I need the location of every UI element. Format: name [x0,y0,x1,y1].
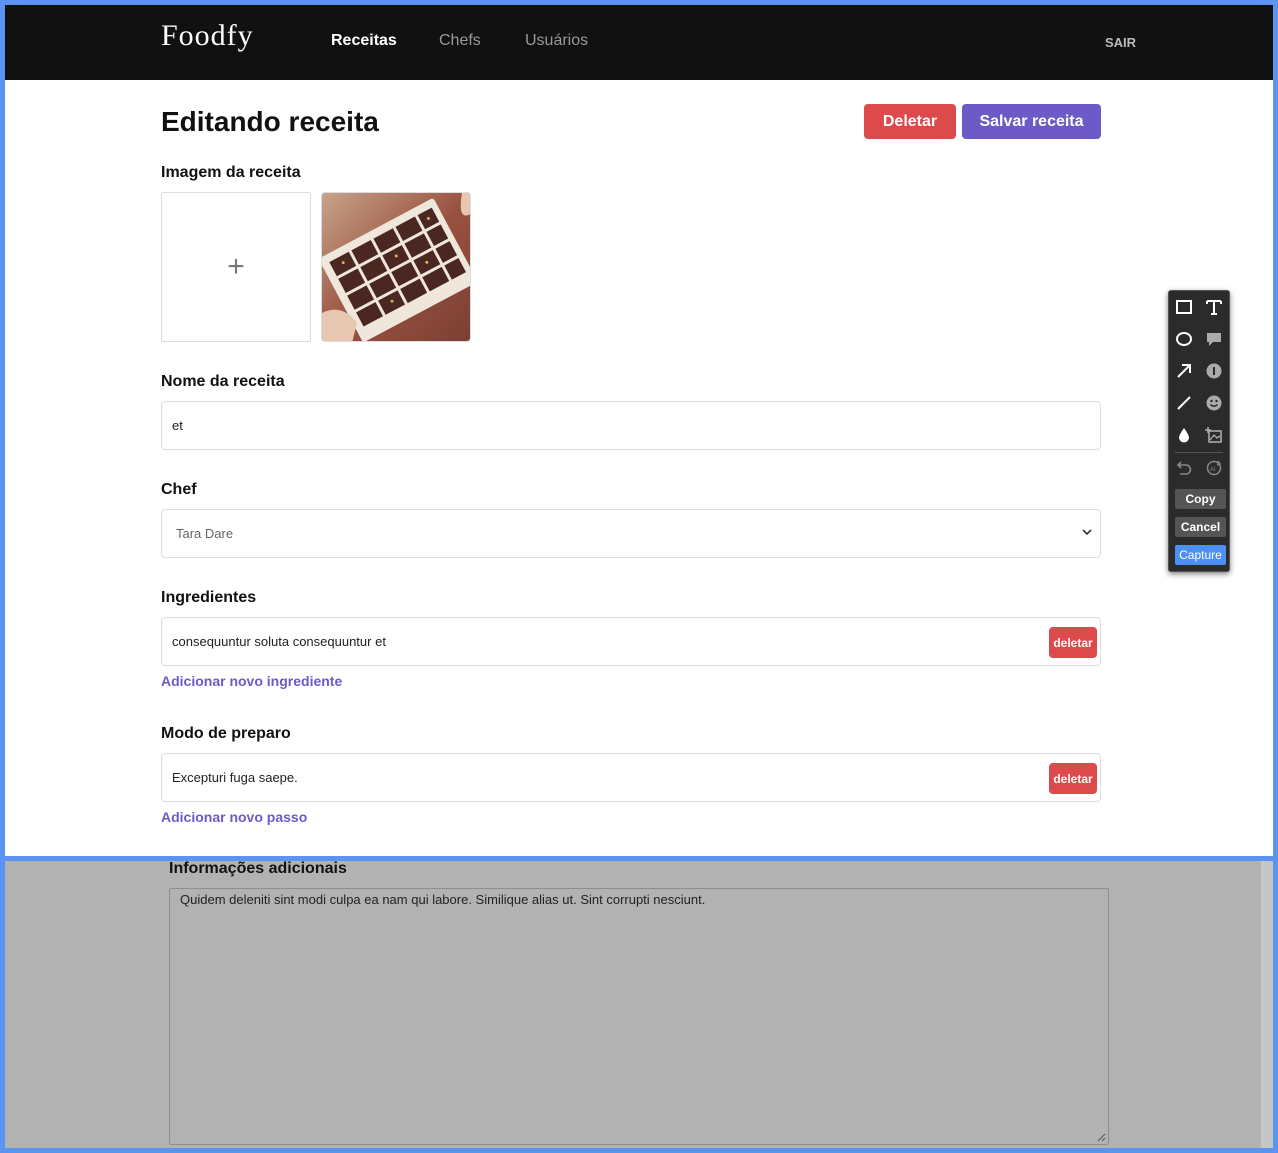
cancel-button[interactable]: Cancel [1175,517,1226,537]
resize-grip-icon[interactable] [1097,1133,1106,1142]
plus-icon: + [227,250,245,283]
capture-toolbar: AI Copy Cancel Capture [1168,290,1230,572]
step-input[interactable]: Excepturi fuga saepe. deletar [161,753,1101,802]
recipe-name-input[interactable]: et [161,401,1101,450]
delete-recipe-button[interactable]: Deletar [864,104,956,139]
save-recipe-button[interactable]: Salvar receita [962,104,1101,139]
copy-button[interactable]: Copy [1175,489,1226,509]
additional-info-label: Informações adicionais [169,861,347,877]
recipe-image-thumbnail[interactable] [321,192,471,342]
logout-link[interactable]: SAIR [1105,35,1136,50]
chef-select[interactable]: Tara Dare [161,509,1101,558]
capture-region: Foodfy Receitas Chefs Usuários SAIR Edit… [5,5,1273,856]
additional-info-value: Quidem deleniti sint modi culpa ea nam q… [180,892,706,907]
redo-icon[interactable]: AI [1203,457,1225,479]
recipe-name-label: Nome da receita [161,373,285,390]
ingredient-value: consequuntur soluta consequuntur et [172,634,386,649]
step-value: Excepturi fuga saepe. [172,770,298,785]
capture-button[interactable]: Capture [1175,545,1226,565]
arrow-icon[interactable] [1173,360,1195,382]
delete-ingredient-button[interactable]: deletar [1049,627,1097,658]
undo-icon[interactable] [1173,457,1195,479]
scrollbar[interactable] [1261,861,1273,1148]
toolbar-divider [1175,452,1223,453]
steps-label: Modo de preparo [161,725,291,742]
ingredient-input[interactable]: consequuntur soluta consequuntur et dele… [161,617,1101,666]
chef-selected-value: Tara Dare [176,526,234,541]
add-step-link[interactable]: Adicionar novo passo [161,809,307,825]
nav-usuarios[interactable]: Usuários [525,32,588,50]
chef-label: Chef [161,481,197,498]
nav-receitas[interactable]: Receitas [331,32,397,50]
add-ingredient-link[interactable]: Adicionar novo ingrediente [161,673,342,689]
speech-bubble-icon[interactable] [1203,328,1225,350]
page-title: Editando receita [161,106,379,137]
number-marker-icon[interactable] [1203,360,1225,382]
image-insert-icon[interactable] [1203,424,1225,446]
text-icon[interactable] [1203,296,1225,318]
rectangle-icon[interactable] [1173,296,1195,318]
additional-info-textarea[interactable]: Quidem deleniti sint modi culpa ea nam q… [169,888,1109,1145]
ellipse-icon[interactable] [1173,328,1195,350]
nav-chefs[interactable]: Chefs [439,32,481,50]
top-navigation-bar: Foodfy Receitas Chefs Usuários SAIR [5,5,1273,80]
svg-text:AI: AI [1210,467,1216,473]
emoji-icon[interactable] [1203,392,1225,414]
delete-step-button[interactable]: deletar [1049,763,1097,794]
image-upload-box[interactable]: + [161,192,311,342]
pencil-icon[interactable] [1173,392,1195,414]
blur-drop-icon[interactable] [1173,424,1195,446]
logo[interactable]: Foodfy [161,19,254,53]
chocolate-box-image [322,193,470,341]
image-label: Imagem da receita [161,164,301,181]
chevron-down-icon [1082,529,1092,536]
dimmed-overlay: Informações adicionais Quidem deleniti s… [5,861,1261,1148]
ingredients-label: Ingredientes [161,589,257,606]
